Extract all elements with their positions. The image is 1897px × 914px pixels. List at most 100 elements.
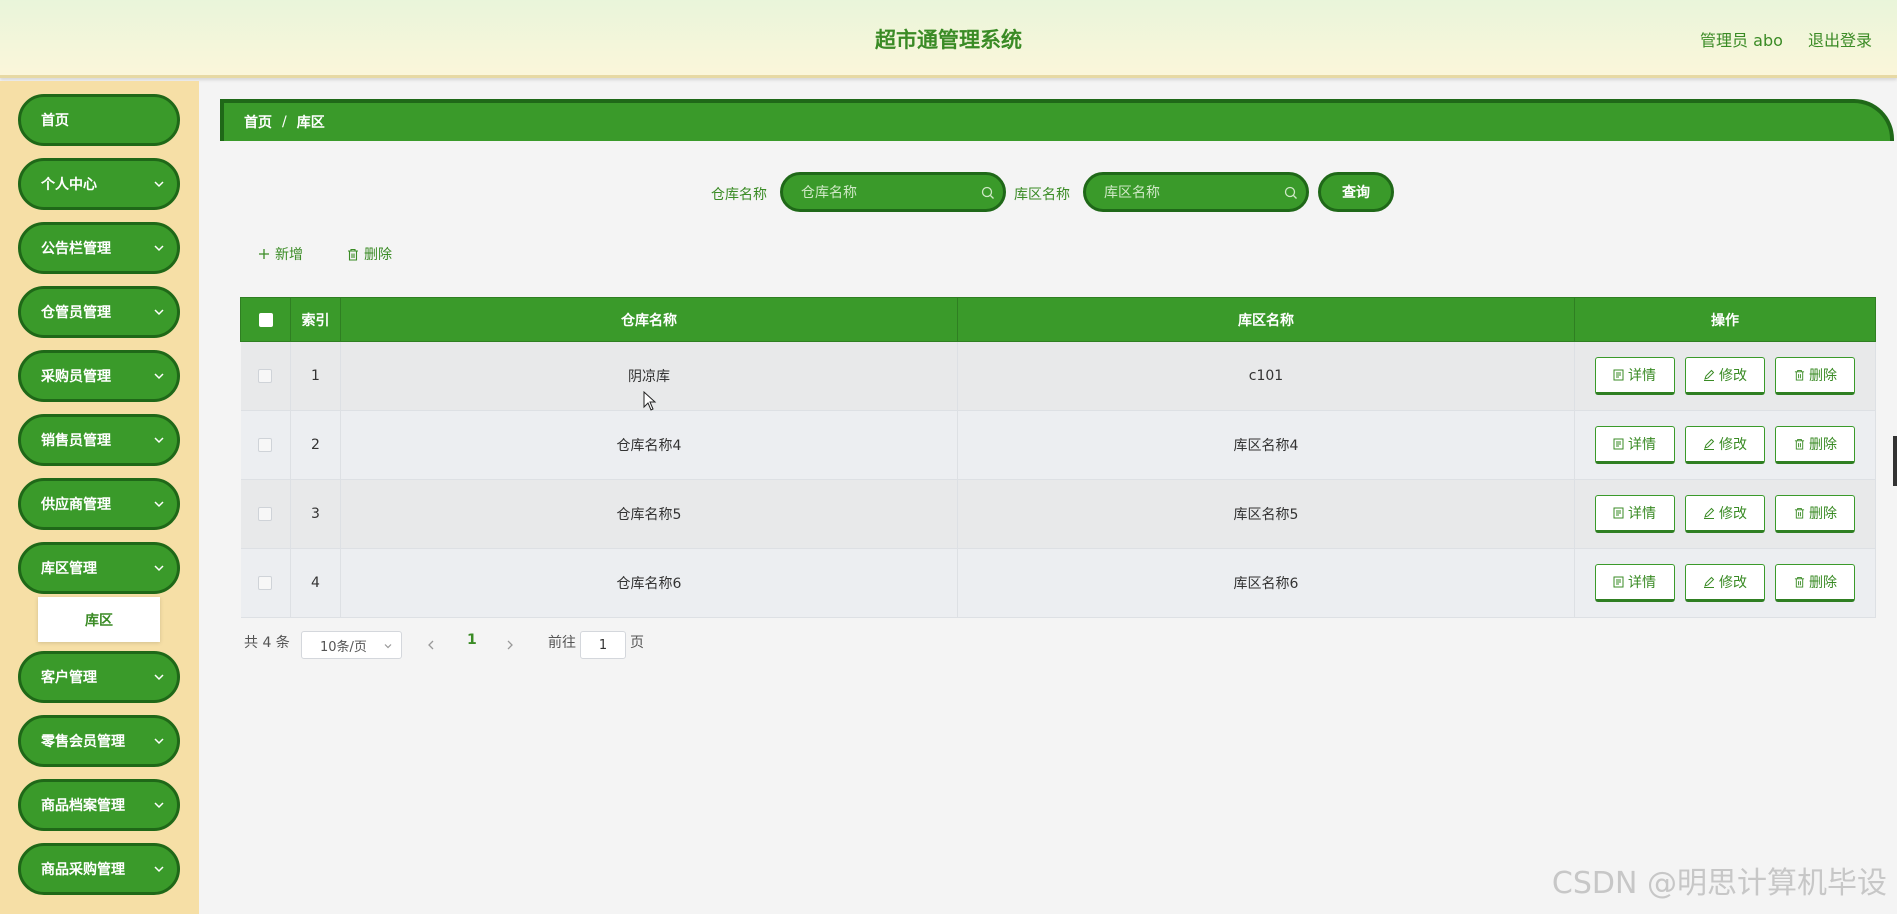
cursor-icon [643,391,657,411]
cell-warehouse: 仓库名称4 [340,410,958,480]
row-select-cell [240,479,291,549]
cell-operations: 详情 修改 删除 [1574,341,1876,411]
sidebar-item-keeper[interactable]: 仓管员管理 [18,286,180,338]
breadcrumb-current: 库区 [296,115,325,131]
sidebar-item-zone[interactable]: 库区管理 [18,542,180,594]
table-row: 3 仓库名称5 库区名称5 详情 修改 删除 [240,479,1876,549]
cell-index: 3 [290,479,341,549]
scrollbar-thumb[interactable] [1893,436,1897,486]
pencil-icon [1704,438,1715,450]
trash-icon [1794,576,1805,588]
zone-table: 索引 仓库名称 库区名称 操作 1 阴凉库 c101 详情 修改 删除 2 仓库… [240,297,1876,618]
edit-button[interactable]: 修改 [1685,564,1765,602]
detail-button[interactable]: 详情 [1594,357,1675,395]
chevron-down-icon [154,245,164,252]
sidebar-item-label: 首页 [41,113,69,129]
table-row: 4 仓库名称6 库区名称6 详情 修改 删除 [240,548,1876,618]
cell-zone: c101 [957,341,1575,411]
detail-button[interactable]: 详情 [1594,564,1675,602]
sidebar-item-label: 零售会员管理 [41,734,125,750]
chevron-down-icon [154,501,164,508]
edit-button[interactable]: 修改 [1685,357,1765,395]
prev-page-icon[interactable] [426,639,436,651]
pencil-icon [1704,576,1715,588]
query-button[interactable]: 查询 [1318,172,1394,212]
chevron-down-icon [154,309,164,316]
detail-button[interactable]: 详情 [1594,495,1675,533]
col-zone-name: 库区名称 [957,297,1575,342]
table-row: 1 阴凉库 c101 详情 修改 删除 [240,341,1876,411]
next-page-icon[interactable] [505,639,515,651]
chevron-down-icon [384,644,392,649]
warehouse-name-placeholder: 仓库名称 [801,185,857,201]
sidebar-item-procurement[interactable]: 商品采购管理 [18,843,180,895]
row-checkbox[interactable] [258,576,273,590]
delete-label: 删除 [1808,575,1837,591]
detail-button[interactable]: 详情 [1594,426,1675,464]
chevron-down-icon [154,866,164,873]
row-select-cell [240,548,291,618]
select-all-cell [240,297,291,342]
zone-name-label: 库区名称 [1014,187,1070,203]
goto-page-input[interactable]: 1 [580,631,626,659]
edit-label: 修改 [1719,437,1747,453]
cell-index: 4 [290,548,341,618]
breadcrumb: 首页 / 库区 [220,99,1894,141]
warehouse-name-input[interactable]: 仓库名称 [780,172,1006,212]
pencil-icon [1704,507,1715,519]
row-select-cell [240,410,291,480]
select-all-checkbox[interactable] [258,312,273,327]
cell-zone: 库区名称6 [957,548,1575,618]
sidebar-item-notice[interactable]: 公告栏管理 [18,222,180,274]
sidebar-item-label: 公告栏管理 [41,241,111,257]
add-button[interactable]: 新增 [258,244,303,264]
row-checkbox[interactable] [258,438,273,452]
delete-button[interactable]: 删除 [1775,357,1856,395]
chevron-down-icon [154,738,164,745]
search-icon [981,186,994,199]
sidebar-item-label: 商品档案管理 [41,798,125,814]
row-checkbox[interactable] [258,369,273,383]
pagination-total: 共 4 条 [244,635,290,651]
warehouse-name-label: 仓库名称 [711,187,767,203]
delete-button[interactable]: 删除 [1775,426,1856,464]
cell-warehouse: 仓库名称5 [340,479,958,549]
delete-button[interactable]: 删除 [1775,495,1856,533]
document-icon [1613,576,1624,588]
batch-delete-label: 删除 [364,247,392,263]
sidebar-item-home[interactable]: 首页 [18,94,180,146]
document-icon [1613,438,1624,450]
edit-button[interactable]: 修改 [1685,495,1765,533]
sidebar-item-product[interactable]: 商品档案管理 [18,779,180,831]
document-icon [1613,507,1624,519]
col-operations: 操作 [1574,297,1876,342]
row-checkbox[interactable] [258,507,273,521]
delete-label: 删除 [1808,506,1837,522]
pagination-current-page[interactable]: 1 [467,632,477,648]
detail-label: 详情 [1628,506,1657,522]
sidebar-item-member[interactable]: 零售会员管理 [18,715,180,767]
cell-warehouse: 仓库名称6 [340,548,958,618]
edit-label: 修改 [1719,575,1747,591]
trash-icon [1794,507,1805,519]
zone-name-input[interactable]: 库区名称 [1083,172,1309,212]
page-size-select[interactable]: 10条/页 [301,631,402,659]
cell-zone: 库区名称5 [957,479,1575,549]
delete-label: 删除 [1808,437,1837,453]
sidebar-item-label: 采购员管理 [41,369,111,385]
sidebar-item-customer[interactable]: 客户管理 [18,651,180,703]
breadcrumb-home[interactable]: 首页 [244,112,272,132]
sidebar-item-purchaser[interactable]: 采购员管理 [18,350,180,402]
edit-label: 修改 [1719,506,1747,522]
chevron-down-icon [154,802,164,809]
logout-link[interactable]: 退出登录 [1808,31,1872,50]
user-label[interactable]: 管理员 abo [1700,31,1783,50]
pencil-icon [1704,369,1715,381]
sidebar-item-sales[interactable]: 销售员管理 [18,414,180,466]
batch-delete-button[interactable]: 删除 [347,244,392,264]
sidebar-item-label: 商品采购管理 [41,862,125,878]
submenu-item-zone[interactable]: 库区 [38,597,160,642]
edit-button[interactable]: 修改 [1685,426,1765,464]
delete-button[interactable]: 删除 [1775,564,1856,602]
sidebar-item-supplier[interactable]: 供应商管理 [18,478,180,530]
